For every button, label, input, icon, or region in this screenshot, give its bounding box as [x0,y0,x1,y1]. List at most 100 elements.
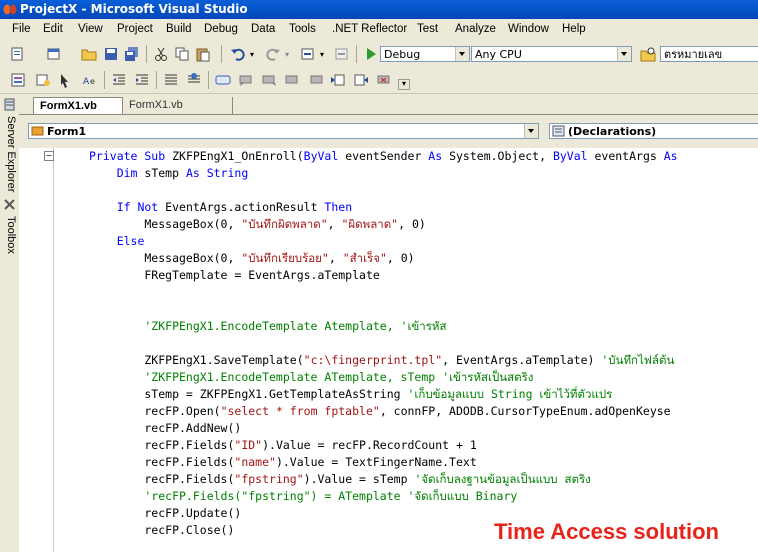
next-bookmark-document-icon[interactable] [353,72,369,88]
chevron-down-icon[interactable] [524,124,538,138]
decrease-indent-icon[interactable] [111,72,127,88]
comment-out-icon[interactable] [163,72,179,88]
code-token: , 0) [386,251,415,265]
menu-tools[interactable]: Tools [289,23,316,35]
code-line[interactable]: recFP.Fields("fpstring").Value = sTemp '… [89,471,590,488]
code-line[interactable]: recFP.Update() [89,505,241,522]
indicator-margin [19,148,41,552]
navigate-forward-icon[interactable] [334,46,350,62]
save-all-icon[interactable] [124,46,140,62]
code-line[interactable]: Dim sTemp As String [89,165,249,182]
class-name-value: Form1 [47,125,87,138]
collapse-region-icon[interactable]: − [44,151,54,161]
word-completion-icon[interactable]: Ae [82,72,98,88]
code-token: "ผิดพลาด" [341,217,399,231]
method-name-combo[interactable]: (Declarations) [549,123,758,139]
code-line[interactable]: MessageBox(0, "บันทึกเรียบร้อย", "สำเร็จ… [89,250,415,267]
class-name-combo[interactable]: Form1 [28,123,539,139]
code-line[interactable]: recFP.Open("select * from fptable", conn… [89,403,670,420]
code-line[interactable]: 'recFP.Fields("fpstring") = ATemplate 'จ… [89,488,517,505]
increase-indent-icon[interactable] [134,72,150,88]
previous-bookmark-document-icon[interactable] [330,72,346,88]
navigate-backward-icon[interactable] [300,46,316,62]
menu-file[interactable]: File [12,23,31,35]
next-bookmark-icon[interactable] [261,72,277,88]
code-line[interactable]: 'ZKFPEngX1.EncodeTemplate ATemplate, sTe… [89,369,533,386]
solution-configuration-combo[interactable]: Debug [380,46,470,62]
next-bookmark-folder-icon[interactable] [308,72,324,88]
code-line[interactable]: Private Sub ZKFPEngX1_OnEnroll(ByVal eve… [89,148,678,165]
undo-dropdown-icon[interactable]: ▾ [250,50,254,59]
uncomment-icon[interactable] [186,72,202,88]
menu-debug[interactable]: Debug [204,23,238,35]
menu-window[interactable]: Window [508,23,549,35]
redo-dropdown-icon[interactable]: ▾ [285,50,289,59]
code-token: recFP.Close() [89,523,235,537]
code-line[interactable]: recFP.Fields("name").Value = TextFingerN… [89,454,476,471]
code-token: 'เก็บข้อมูลแบบ String เข้าไว้ที่ตัวแปร [407,387,613,401]
code-line[interactable]: ZKFPEngX1.SaveTemplate("c:\fingerprint.t… [89,352,674,369]
menu-help[interactable]: Help [562,23,586,35]
clear-bookmarks-icon[interactable] [376,72,392,88]
menu-analyze[interactable]: Analyze [455,23,496,35]
previous-bookmark-icon[interactable] [239,72,255,88]
quick-info-icon[interactable] [58,72,74,88]
code-token: Dim [89,166,145,180]
chevron-down-icon[interactable] [617,47,631,61]
navigate-dropdown-icon[interactable]: ▾ [320,50,324,59]
toolbox-tab[interactable]: Toolbox [2,216,17,254]
toolbar-separator [146,45,147,63]
code-line[interactable]: If Not EventArgs.actionResult Then [89,199,352,216]
save-icon[interactable] [103,46,119,62]
code-token: Else [89,234,145,248]
menu-view[interactable]: View [78,23,103,35]
solution-platform-combo[interactable]: Any CPU [471,46,632,62]
tab-formx1-vb-design[interactable]: FormX1.vb [Design] [123,97,233,128]
code-token: MessageBox(0, [89,251,242,265]
undo-icon[interactable] [230,46,246,62]
code-line[interactable]: recFP.AddNew() [89,420,241,437]
start-debugging-icon[interactable] [363,46,379,62]
open-folder-icon[interactable] [81,46,97,62]
find-combo[interactable]: ตรหมายเลข [660,46,758,62]
toggle-bookmark-icon[interactable] [215,72,231,88]
code-token: recFP.Fields( [89,438,235,452]
code-line[interactable]: sTemp = ZKFPEngX1.GetTemplateAsString 'เ… [89,386,612,403]
copy-icon[interactable] [174,46,190,62]
menu-net-reflector[interactable]: .NET Reflector [332,23,407,35]
method-name-value: (Declarations) [568,125,657,138]
paste-icon[interactable] [195,46,211,62]
menu-data[interactable]: Data [251,23,275,35]
server-explorer-icon[interactable] [3,98,16,111]
code-token: ).Value = recFP.RecordCount + 1 [262,438,477,452]
menu-test[interactable]: Test [417,23,438,35]
code-token: eventArgs [587,149,664,163]
code-line[interactable]: Else [89,233,145,250]
code-line[interactable]: recFP.Fields("ID").Value = recFP.RecordC… [89,437,477,454]
parameter-info-icon[interactable] [35,72,51,88]
toolbar-options-icon[interactable]: ▾ [398,79,410,90]
menu-edit[interactable]: Edit [43,23,63,35]
code-line[interactable]: MessageBox(0, "บันทึกผิดพลาด", "ผิดพลาด"… [89,216,425,233]
redo-icon[interactable] [265,46,281,62]
code-editor[interactable]: − Private Sub ZKFPEngX1_OnEnroll(ByVal e… [19,148,758,552]
menu-build[interactable]: Build [166,23,192,35]
server-explorer-tab[interactable]: Server Explorer [2,116,17,192]
code-token: "c:\fingerprint.tpl" [303,353,443,367]
toolbox-icon[interactable] [3,198,16,211]
code-line[interactable]: recFP.Close() [89,522,234,539]
find-in-files-icon[interactable] [640,46,656,62]
code-line[interactable]: 'ZKFPEngX1.EncodeTemplate Atemplate, 'เข… [89,318,446,335]
menu-project[interactable]: Project [117,23,153,35]
tab-formx1-vb[interactable]: FormX1.vb [33,97,123,114]
window-title: ProjectX - Microsoft Visual Studio [20,2,248,16]
object-members-icon[interactable] [10,72,26,88]
cut-icon[interactable] [153,46,169,62]
code-token: As [428,149,443,163]
add-item-icon[interactable] [46,46,62,62]
code-line[interactable]: FRegTemplate = EventArgs.aTemplate [89,267,379,284]
new-project-icon[interactable] [10,46,26,62]
chevron-down-icon[interactable] [455,47,469,61]
previous-bookmark-folder-icon[interactable] [285,72,301,88]
code-token: eventSender [338,149,429,163]
